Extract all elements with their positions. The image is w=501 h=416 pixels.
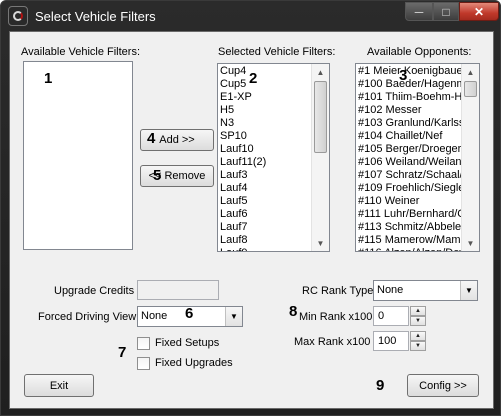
list-item[interactable]: #113 Schmitz/Abbeler bbox=[358, 221, 461, 234]
max-rank-label: Max Rank x100 bbox=[294, 336, 371, 348]
dialog-body: Available Vehicle Filters: Selected Vehi… bbox=[9, 31, 494, 409]
list-item[interactable]: Lauf4 bbox=[220, 182, 311, 195]
annotation-3: 3 bbox=[399, 67, 408, 84]
list-item[interactable]: Lauf8 bbox=[220, 234, 311, 247]
minimize-icon[interactable]: ─ bbox=[405, 2, 433, 21]
max-rank-stepper[interactable]: ▲ ▼ bbox=[410, 331, 426, 351]
list-item[interactable]: #115 Mamerow/Mame bbox=[358, 234, 461, 247]
annotation-1: 1 bbox=[44, 70, 53, 87]
list-item[interactable]: #1 Meier Koenigbauer bbox=[358, 65, 461, 78]
opponents-scroll-thumb[interactable] bbox=[464, 81, 477, 97]
annotation-7: 7 bbox=[118, 344, 127, 361]
upgrade-credits-label: Upgrade Credits bbox=[54, 285, 135, 297]
rc-rank-value: None bbox=[377, 284, 404, 296]
list-item[interactable]: Lauf5 bbox=[220, 195, 311, 208]
upgrade-credits-field[interactable] bbox=[137, 280, 219, 300]
list-item[interactable]: Lauf11(2) bbox=[220, 156, 311, 169]
config-button[interactable]: Config >> bbox=[407, 374, 479, 397]
selected-filters-label: Selected Vehicle Filters: bbox=[218, 46, 336, 58]
list-item[interactable]: N3 bbox=[220, 117, 311, 130]
list-item[interactable]: Cup4 bbox=[220, 65, 311, 78]
annotation-9: 9 bbox=[376, 377, 385, 394]
title-bar[interactable]: Select Vehicle Filters ─ □ ✕ bbox=[1, 1, 500, 31]
fixed-upgrades-label: Fixed Upgrades bbox=[155, 357, 233, 369]
scroll-up-arrow-icon[interactable]: ▲ bbox=[312, 64, 329, 80]
selected-filters-list[interactable]: Cup4 Cup5 E1-XP H5 N3 SP10 Lauf10 Lauf11(2) Lauf… bbox=[217, 63, 330, 252]
list-item[interactable]: #109 Froehlich/Siegler bbox=[358, 182, 461, 195]
annotation-5: 5 bbox=[153, 167, 162, 184]
list-item[interactable]: Lauf10 bbox=[220, 143, 311, 156]
min-rank-stepper[interactable]: ▲ ▼ bbox=[410, 306, 426, 326]
scroll-up-arrow-icon[interactable]: ▲ bbox=[462, 64, 479, 80]
available-filters-items bbox=[26, 63, 114, 249]
rc-rank-select[interactable]: None ▼ bbox=[373, 280, 478, 301]
dialog-window: Select Vehicle Filters ─ □ ✕ Available V… bbox=[0, 0, 501, 416]
list-item[interactable]: #105 Berger/Droeger, bbox=[358, 143, 461, 156]
opponents-scrollbar[interactable]: ▲ ▼ bbox=[461, 64, 479, 251]
list-item[interactable]: Cup5 bbox=[220, 78, 311, 91]
max-rank-input[interactable]: 100 bbox=[373, 331, 409, 351]
selected-scrollbar[interactable]: ▲ ▼ bbox=[311, 64, 329, 251]
maximize-icon[interactable]: □ bbox=[433, 2, 459, 21]
fixed-setups-checkbox[interactable] bbox=[137, 337, 150, 350]
list-item[interactable]: Lauf7 bbox=[220, 221, 311, 234]
min-rank-label: Min Rank x100 bbox=[299, 311, 373, 323]
available-opponents-label: Available Opponents: bbox=[367, 46, 472, 58]
min-rank-input[interactable]: 0 bbox=[373, 306, 409, 326]
forced-view-label: Forced Driving View bbox=[38, 311, 137, 323]
fixed-upgrades-checkbox[interactable] bbox=[137, 357, 150, 370]
min-rank-value: 0 bbox=[378, 310, 385, 322]
chevron-down-icon[interactable]: ▼ bbox=[460, 281, 477, 300]
scroll-down-arrow-icon[interactable]: ▼ bbox=[462, 235, 479, 251]
app-logo-icon bbox=[8, 6, 28, 26]
selected-scroll-thumb[interactable] bbox=[314, 81, 327, 153]
annotation-4: 4 bbox=[147, 130, 156, 147]
increment-arrow-icon[interactable]: ▲ bbox=[410, 331, 426, 341]
list-item[interactable]: #101 Thiim-Boehm-He bbox=[358, 91, 461, 104]
list-item[interactable]: #106 Weiland/Weiland bbox=[358, 156, 461, 169]
window-title: Select Vehicle Filters bbox=[35, 9, 156, 24]
list-item[interactable]: #103 Granlund/Karlsso bbox=[358, 117, 461, 130]
list-item[interactable]: Lauf9 bbox=[220, 247, 311, 251]
available-filters-list[interactable] bbox=[23, 61, 133, 250]
list-item[interactable]: E1-XP bbox=[220, 91, 311, 104]
list-item[interactable]: Lauf3 bbox=[220, 169, 311, 182]
list-item[interactable]: H5 bbox=[220, 104, 311, 117]
list-item[interactable]: #100 Baeder/Hagenmu bbox=[358, 78, 461, 91]
list-item[interactable]: SP10 bbox=[220, 130, 311, 143]
opponents-list[interactable]: #1 Meier Koenigbauer #100 Baeder/Hagenmu #… bbox=[355, 63, 480, 252]
exit-button[interactable]: Exit bbox=[24, 374, 94, 397]
chevron-down-icon[interactable]: ▼ bbox=[225, 307, 242, 326]
rc-rank-label: RC Rank Type bbox=[302, 285, 374, 297]
max-rank-value: 100 bbox=[378, 335, 397, 347]
scroll-down-arrow-icon[interactable]: ▼ bbox=[312, 235, 329, 251]
list-item[interactable]: Lauf6 bbox=[220, 208, 311, 221]
fixed-setups-label: Fixed Setups bbox=[155, 337, 220, 349]
annotation-8: 8 bbox=[289, 303, 298, 320]
selected-filters-items: Cup4 Cup5 E1-XP H5 N3 SP10 Lauf10 Lauf11(2) Lauf… bbox=[220, 65, 311, 251]
annotation-6: 6 bbox=[185, 305, 194, 322]
decrement-arrow-icon[interactable]: ▼ bbox=[410, 316, 426, 326]
close-icon[interactable]: ✕ bbox=[459, 2, 499, 21]
opponents-items: #1 Meier Koenigbauer #100 Baeder/Hagenmu #… bbox=[358, 65, 461, 251]
list-item[interactable]: #116 Alzen/Alzen/Dev bbox=[358, 247, 461, 251]
list-item[interactable]: #102 Messer bbox=[358, 104, 461, 117]
increment-arrow-icon[interactable]: ▲ bbox=[410, 306, 426, 316]
list-item[interactable]: #107 Schratz/Schaal/M bbox=[358, 169, 461, 182]
remove-button[interactable]: << Remove bbox=[140, 165, 214, 187]
forced-view-value: None bbox=[141, 310, 168, 322]
list-item[interactable]: #110 Weiner bbox=[358, 195, 461, 208]
decrement-arrow-icon[interactable]: ▼ bbox=[410, 341, 426, 351]
annotation-2: 2 bbox=[249, 70, 258, 87]
available-filters-label: Available Vehicle Filters: bbox=[21, 46, 141, 58]
list-item[interactable]: #104 Chaillet/Nef bbox=[358, 130, 461, 143]
list-item[interactable]: #111 Luhr/Bernhard/C bbox=[358, 208, 461, 221]
